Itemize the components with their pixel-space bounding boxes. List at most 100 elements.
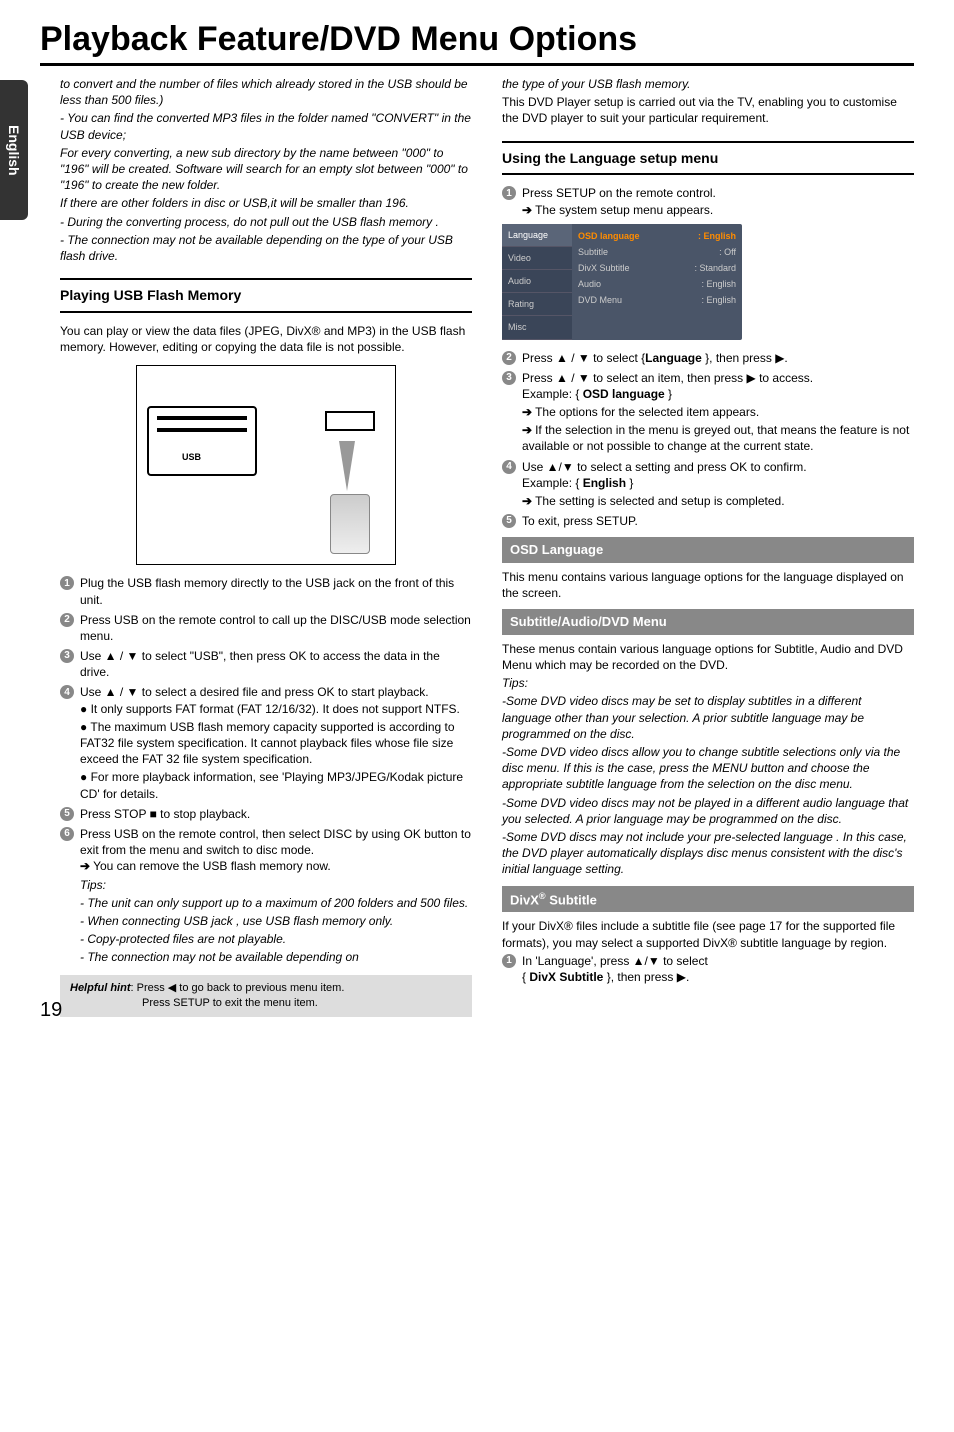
intro-text: - You can find the converted MP3 files i…	[60, 110, 472, 142]
intro-text: to convert and the number of files which…	[60, 76, 472, 108]
sub-heading: DivX® Subtitle	[502, 886, 914, 913]
step-number-icon: 3	[502, 371, 516, 385]
usb-port-icon	[325, 411, 375, 431]
step-number-icon: 1	[60, 576, 74, 590]
example-text: Example: { English }	[522, 475, 914, 491]
body-text: If your DivX® files include a subtitle f…	[502, 918, 914, 950]
tip-text: - The connection may not be available de…	[80, 949, 472, 965]
menu-row: Audio: English	[578, 276, 736, 292]
intro-text: If there are other folders in disc or US…	[60, 195, 472, 211]
hint-label: Helpful hint	[70, 982, 131, 994]
intro-text: - During the converting process, do not …	[60, 214, 472, 230]
usb-diagram: USB	[136, 365, 396, 565]
menu-row: OSD language: English	[578, 228, 736, 244]
step-number-icon: 2	[60, 613, 74, 627]
tip-text: -Some DVD discs may not include your pre…	[502, 829, 914, 878]
step-item: 2 Press ▲ / ▼ to select {Language }, then…	[502, 350, 914, 366]
arrow-note: If the selection in the menu is greyed o…	[522, 422, 914, 454]
step-text: Press USB on the remote control to call …	[80, 613, 471, 643]
step-number-icon: 6	[60, 827, 74, 841]
tip-text: -Some DVD video discs may be set to disp…	[502, 693, 914, 742]
menu-tab: Video	[502, 247, 572, 270]
step-item: 1 Plug the USB flash memory directly to t…	[60, 575, 472, 607]
step-item: 1 In 'Language', press ▲/▼ to select { D…	[502, 953, 914, 985]
arrow-note: The options for the selected item appear…	[522, 404, 914, 420]
step-text: Press STOP ■ to stop playback.	[80, 807, 250, 821]
section-heading: Playing USB Flash Memory	[60, 278, 472, 313]
step-number-icon: 4	[502, 460, 516, 474]
page-title: Playback Feature/DVD Menu Options	[40, 20, 914, 66]
osd-menu-screenshot: Language Video Audio Rating Misc OSD lan…	[502, 224, 742, 340]
sub-heading: Subtitle/Audio/DVD Menu	[502, 609, 914, 635]
step-text: Press SETUP on the remote control.	[522, 186, 716, 200]
menu-tab: Audio	[502, 270, 572, 293]
right-column: the type of your USB flash memory. This …	[502, 76, 914, 1017]
section-intro: You can play or view the data files (JPE…	[60, 323, 472, 355]
body-text: This menu contains various language opti…	[502, 569, 914, 601]
step-item: 2 Press USB on the remote control to call…	[60, 612, 472, 644]
step-number-icon: 1	[502, 186, 516, 200]
step-item: 5 To exit, press SETUP.	[502, 513, 914, 529]
tip-text: -Some DVD video discs may not be played …	[502, 795, 914, 827]
intro-text: - The connection may not be available de…	[60, 232, 472, 264]
tip-text: - Copy-protected files are not playable.	[80, 931, 472, 947]
step-text: Use ▲/▼ to select a setting and press OK…	[522, 460, 807, 474]
step-item: 5 Press STOP ■ to stop playback.	[60, 806, 472, 822]
body-text: These menus contain various language opt…	[502, 641, 914, 673]
step-text: Press USB on the remote control, then se…	[80, 827, 471, 857]
bullet-text: ● It only supports FAT format (FAT 12/16…	[80, 701, 472, 717]
cont-text: the type of your USB flash memory.	[502, 76, 914, 92]
step-number-icon: 4	[60, 685, 74, 699]
sub-heading: OSD Language	[502, 537, 914, 563]
language-tab: English	[0, 80, 28, 220]
hint-text: : Press ◀ to go back to previous menu it…	[131, 982, 345, 994]
tip-text: - When connecting USB jack , use USB fla…	[80, 913, 472, 929]
step-text: To exit, press SETUP.	[522, 514, 638, 528]
intro-text: This DVD Player setup is carried out via…	[502, 94, 914, 126]
menu-tab: Misc	[502, 316, 572, 339]
arrow-note: The system setup menu appears.	[522, 202, 914, 218]
menu-tab: Rating	[502, 293, 572, 316]
step-text: Use ▲ / ▼ to select a desired file and p…	[80, 685, 429, 699]
step-item: 4 Use ▲/▼ to select a setting and press O…	[502, 459, 914, 510]
arrow-down-icon	[339, 441, 355, 491]
hint-text: Press SETUP to exit the menu item.	[142, 996, 318, 1011]
left-column: to convert and the number of files which…	[60, 76, 472, 1017]
tip-text: - The unit can only support up to a maxi…	[80, 895, 472, 911]
menu-left-tabs: Language Video Audio Rating Misc	[502, 224, 572, 340]
tip-text: -Some DVD video discs allow you to chang…	[502, 744, 914, 793]
usb-drive-icon	[330, 494, 370, 554]
step-item: 6 Press USB on the remote control, then s…	[60, 826, 472, 966]
usb-label: USB	[182, 451, 201, 463]
tips-label: Tips:	[80, 877, 472, 893]
tips-label: Tips:	[502, 675, 914, 691]
step-text: Plug the USB flash memory directly to th…	[80, 576, 454, 606]
step-item: 3 Press ▲ / ▼ to select an item, then pre…	[502, 370, 914, 455]
step-item: 1 Press SETUP on the remote control. The …	[502, 185, 914, 217]
step-number-icon: 3	[60, 649, 74, 663]
step-text: Press ▲ / ▼ to select an item, then pres…	[522, 371, 813, 385]
bullet-text: ● The maximum USB flash memory capacity …	[80, 719, 472, 768]
step-number-icon: 5	[502, 514, 516, 528]
helpful-hint-box: Helpful hint: Press ◀ to go back to prev…	[60, 975, 472, 1017]
step-item: 4 Use ▲ / ▼ to select a desired file and …	[60, 684, 472, 801]
menu-row: DivX Subtitle: Standard	[578, 260, 736, 276]
step-text: Press ▲ / ▼ to select {Language }, then …	[522, 351, 788, 365]
menu-right-list: OSD language: English Subtitle: Off DivX…	[572, 224, 742, 340]
step-item: 3 Use ▲ / ▼ to select "USB", then press O…	[60, 648, 472, 680]
menu-tab: Language	[502, 224, 572, 247]
step-text: { DivX Subtitle }, then press ▶.	[522, 969, 914, 985]
menu-row: DVD Menu: English	[578, 292, 736, 308]
step-number-icon: 1	[502, 954, 516, 968]
step-text: In 'Language', press ▲/▼ to select	[522, 954, 708, 968]
step-text: Use ▲ / ▼ to select "USB", then press OK…	[80, 649, 440, 679]
step-number-icon: 5	[60, 807, 74, 821]
dvd-player-icon	[147, 406, 257, 476]
arrow-note: The setting is selected and setup is com…	[522, 493, 914, 509]
bullet-text: ● For more playback information, see 'Pl…	[80, 769, 472, 801]
arrow-note: You can remove the USB flash memory now.	[80, 858, 472, 874]
step-number-icon: 2	[502, 351, 516, 365]
page-number: 19	[40, 999, 62, 1022]
intro-text: For every converting, a new sub director…	[60, 145, 472, 194]
menu-row: Subtitle: Off	[578, 244, 736, 260]
